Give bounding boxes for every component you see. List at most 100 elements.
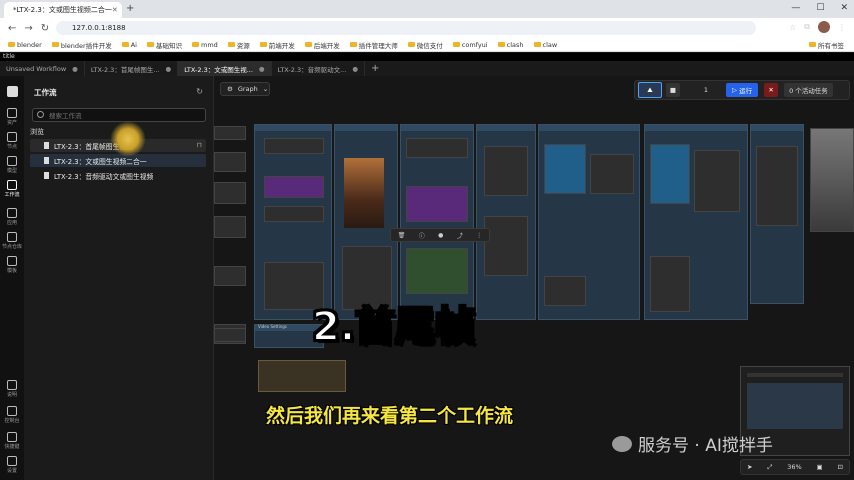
- rail-apps[interactable]: 应用: [0, 208, 24, 226]
- bookmark-folder[interactable]: 后端开发: [305, 40, 340, 50]
- tab-dot-icon[interactable]: ●: [259, 65, 265, 73]
- new-tab-button[interactable]: +: [126, 3, 134, 14]
- more-icon[interactable]: ⋮: [476, 232, 482, 239]
- tab-dot-icon[interactable]: ●: [166, 65, 172, 73]
- video-preview-node[interactable]: [810, 128, 854, 232]
- workflow-tab[interactable]: Unsaved Workflow ●: [0, 61, 85, 76]
- node[interactable]: [406, 186, 468, 222]
- rail-node-library[interactable]: 节点仓库: [0, 232, 24, 250]
- link-visibility-icon[interactable]: ⊡: [838, 463, 843, 471]
- tab-dot-icon[interactable]: ●: [352, 65, 358, 73]
- manager-icon[interactable]: ⛰: [638, 82, 662, 98]
- minimize-icon[interactable]: —: [791, 3, 800, 13]
- bypass-icon[interactable]: ⤴: [457, 231, 463, 240]
- bookmark-folder[interactable]: 插件管理大师: [350, 40, 398, 50]
- node[interactable]: [544, 144, 586, 194]
- active-tasks-button[interactable]: 0 个活动任务: [784, 83, 833, 97]
- all-bookmarks[interactable]: 所有书签: [809, 40, 844, 50]
- add-workflow-tab-button[interactable]: +: [365, 61, 385, 76]
- node[interactable]: [214, 126, 246, 140]
- color-icon[interactable]: ●: [438, 232, 443, 239]
- rail-assets[interactable]: 资产: [0, 108, 24, 126]
- rail-workflows[interactable]: 工作流: [0, 180, 24, 198]
- queue-icon[interactable]: ■: [666, 83, 680, 97]
- bookmark-folder[interactable]: 前端开发: [260, 40, 295, 50]
- workflow-tab-active[interactable]: LTX-2.3：文或图生视... ●: [178, 61, 272, 76]
- node[interactable]: [650, 144, 690, 204]
- graph-menu-button[interactable]: ⚙ Graph ⌄: [220, 82, 270, 96]
- node[interactable]: [214, 152, 246, 172]
- node[interactable]: [264, 176, 324, 198]
- address-bar-row: ← → ↻ 127.0.0.1:8188 ☆ ⧉ ⋮: [0, 18, 854, 38]
- chevron-down-icon: ⌄: [262, 85, 269, 93]
- node[interactable]: [214, 182, 246, 204]
- pointer-icon[interactable]: ➤: [747, 463, 752, 471]
- bookmark-folder[interactable]: 基础知识: [147, 40, 182, 50]
- workflow-item[interactable]: LTX-2.3：音频驱动文或图生视频: [30, 169, 206, 182]
- node[interactable]: [264, 138, 324, 154]
- node[interactable]: [484, 216, 528, 276]
- forward-icon[interactable]: →: [24, 23, 32, 34]
- info-icon[interactable]: ⓘ: [419, 231, 425, 240]
- zoom-level[interactable]: 36%: [787, 463, 801, 471]
- workflow-item-selected[interactable]: LTX-2.3：文或图生视频二合一: [30, 154, 206, 167]
- bookmark-folder[interactable]: comfyui: [453, 41, 488, 49]
- canvas-controls: ➤ ⤢ 36% ▣ ⊡: [740, 459, 850, 475]
- bookmark-folder[interactable]: clash: [498, 41, 524, 49]
- node[interactable]: [214, 266, 246, 286]
- queue-count[interactable]: 1: [690, 86, 722, 94]
- rail-models[interactable]: 模型: [0, 156, 24, 174]
- bookmark-folder[interactable]: mmd: [192, 41, 218, 49]
- minimap-viewport[interactable]: [747, 383, 843, 429]
- search-input[interactable]: 搜索工作流: [32, 108, 206, 122]
- node[interactable]: [694, 150, 740, 212]
- node[interactable]: [650, 256, 690, 312]
- close-window-icon[interactable]: ✕: [840, 3, 848, 13]
- node[interactable]: [214, 328, 246, 342]
- bookmark-folder[interactable]: 资源: [228, 40, 250, 50]
- maximize-icon[interactable]: ☐: [816, 3, 824, 13]
- bookmark-folder[interactable]: blender: [8, 41, 42, 49]
- close-tab-icon[interactable]: ✕: [112, 6, 118, 14]
- node[interactable]: [484, 146, 528, 196]
- menu-icon[interactable]: ⋮: [838, 23, 846, 32]
- run-button[interactable]: ▷ 运行: [726, 83, 759, 97]
- node[interactable]: [406, 138, 468, 158]
- star-icon[interactable]: ☆: [789, 23, 796, 32]
- rail-help[interactable]: 说明: [0, 380, 24, 398]
- workflow-tab[interactable]: LTX-2.3：首尾帧图生... ●: [85, 61, 179, 76]
- node[interactable]: [590, 154, 634, 194]
- refresh-icon[interactable]: ↻: [196, 87, 203, 96]
- image-preview: [344, 158, 384, 228]
- node[interactable]: [406, 248, 468, 294]
- reload-icon[interactable]: ↻: [41, 23, 49, 34]
- node[interactable]: [214, 216, 246, 238]
- bookmark-icon[interactable]: ⊓: [197, 141, 202, 149]
- bookmark-folder[interactable]: claw: [534, 41, 558, 49]
- node[interactable]: [756, 146, 798, 226]
- bookmark-folder[interactable]: 微信支付: [408, 40, 443, 50]
- node[interactable]: [544, 276, 586, 306]
- url-field[interactable]: 127.0.0.1:8188: [56, 21, 756, 35]
- tab-dot-icon[interactable]: ●: [72, 65, 78, 73]
- tab-label: LTX-2.3：首尾帧图生...: [90, 65, 160, 74]
- extensions-icon[interactable]: ⧉: [804, 22, 810, 32]
- cancel-button[interactable]: ✕: [764, 83, 779, 97]
- minimap-toggle-icon[interactable]: ▣: [817, 463, 823, 471]
- delete-icon[interactable]: 🗑: [398, 232, 406, 239]
- rail-templates[interactable]: 模板: [0, 256, 24, 274]
- note-node[interactable]: [258, 360, 346, 392]
- back-icon[interactable]: ←: [8, 23, 16, 34]
- fit-icon[interactable]: ⤢: [767, 463, 772, 472]
- node[interactable]: [264, 206, 324, 222]
- rail-nodes[interactable]: 节点: [0, 132, 24, 150]
- rail-label: 工作流: [4, 192, 20, 198]
- bookmark-folder[interactable]: Ai: [122, 41, 137, 49]
- bookmark-folder[interactable]: blender插件开发: [52, 40, 112, 50]
- rail-shortcuts[interactable]: 快捷键: [0, 432, 24, 450]
- browser-tab[interactable]: *LTX-2.3：文或图生视频二合一 ✕: [4, 2, 122, 18]
- avatar[interactable]: [818, 21, 830, 33]
- workflow-tab[interactable]: LTX-2.3：音频驱动文... ●: [272, 61, 365, 76]
- rail-console[interactable]: 控制台: [0, 406, 24, 424]
- rail-settings[interactable]: 设置: [0, 456, 24, 474]
